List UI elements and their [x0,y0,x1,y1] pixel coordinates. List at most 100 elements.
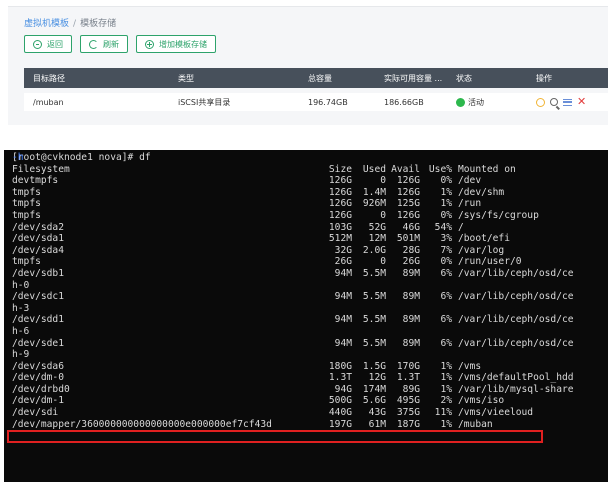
status-badge: 活动 [456,97,484,108]
pause-icon[interactable] [536,97,545,107]
df-cell-use-pct: 1% [440,186,452,198]
breadcrumb-current: 模板存储 [80,19,117,29]
df-cell-size: 126G [328,198,352,210]
df-cell-avail: 187G [396,418,420,430]
df-cell-avail: 375G [396,407,420,419]
df-row: /dev/sda2 103G 52G 46G 54% / [8,222,604,234]
df-row: /dev/sdi 440G 43G 375G 11% /vms/vieeloud [8,407,604,419]
delete-icon[interactable]: ✕ [577,96,586,107]
breadcrumb-parent[interactable]: 虚拟机模板 [24,19,69,29]
df-cell-mounted-on: /run [458,198,482,210]
df-cell-avail: 26G [402,256,420,268]
status-active-icon [456,97,465,107]
df-cell-used: 5.5M [362,291,386,303]
df-cell-filesystem: h-0 [12,279,30,291]
df-cell-avail: 28G [402,244,420,256]
df-row: tmpfs 126G 1.4M 126G 1% /dev/shm [8,187,604,199]
df-cell-filesystem: /dev/sdd1 [12,314,64,326]
df-cell-use-pct: 1% [440,198,452,210]
header-type[interactable]: 类型 [178,73,194,84]
header-available-capacity[interactable]: 实际可用容量 ... [384,73,442,84]
df-cell-mounted-on: /sys/fs/cgroup [458,209,539,221]
df-cell-avail: 126G [396,186,420,198]
status-label: 活动 [468,97,484,107]
df-header-use-pct: Use% [428,163,452,175]
df-output: devtmpfs 126G 0 126G 0% /dev tmpfs 126G 1.4M 126G… [8,175,604,430]
df-cell-used: 5.5M [362,267,386,279]
df-cell-mounted-on: /boot/efi [458,233,510,245]
add-template-storage-button[interactable]: 增加模板存储 [136,35,216,53]
df-cell-used: 5.5M [362,337,386,349]
df-cell-mounted-on: /var/lib/ceph/osd/ce [458,291,574,303]
df-cell-filesystem: /dev/drbd0 [12,383,70,395]
df-row: /dev/mapper/360000000000000000e000000ef7… [8,419,604,431]
df-row: /dev/sde1 94M 5.5M 89M 6% /var/lib/ceph/osd/c… [8,338,604,350]
df-cell-size: 94M [334,314,352,326]
df-cell-size: 500G [328,395,352,407]
search-icon[interactable] [550,98,558,106]
df-header-row: Filesystem Size Used Avail Use% Mounted … [8,164,604,176]
df-cell-size: 126G [328,186,352,198]
header-actions: 操作 [536,73,552,83]
df-header-used: Used [362,163,386,175]
df-cell-used: 926M [362,198,386,210]
df-cell-mounted-on: /var/lib/ceph/osd/ce [458,314,574,326]
df-cell-use-pct: 7% [440,244,452,256]
df-header-mounted-on: Mounted on [458,163,516,175]
df-cell-use-pct: 1% [440,383,452,395]
df-cell-used: 52G [368,221,386,233]
df-cell-mounted-on: /vms/iso [458,395,505,407]
df-row: /dev/dm-0 1.3T 12G 1.3T 1% /vms/defaultPool_h… [8,372,604,384]
df-row: tmpfs 126G 926M 125G 1% /run [8,198,604,210]
df-cell-filesystem: /dev/sda2 [12,221,64,233]
df-cell-avail: 46G [402,221,420,233]
df-row: /dev/sda4 32G 2.0G 28G 7% /var/log [8,245,604,257]
df-cell-used: 5.6G [362,395,386,407]
df-cell-filesystem: devtmpfs [12,175,59,187]
df-cell-mounted-on: / [458,221,464,233]
df-cell-size: 94M [334,291,352,303]
table-header: 目标路径 类型 总容量 实际可用容量 ... 状态 操作 配 [24,68,608,88]
df-cell-filesystem: /dev/sda4 [12,244,64,256]
df-cell-size: 440G [328,407,352,419]
df-cell-size: 1.3T [328,372,352,384]
df-cell-filesystem: tmpfs [12,209,41,221]
terminal-window[interactable]: [root@cvknode1 nova]# df -h Filesystem S… [4,150,608,482]
df-cell-mounted-on: /dev [458,175,482,187]
breadcrumb: 虚拟机模板 / 模板存储 [24,16,116,29]
df-cell-mounted-on: /muban [458,418,493,430]
plus-icon [145,39,154,49]
back-button[interactable]: 返回 [24,35,72,53]
df-cell-filesystem: h-9 [12,349,30,361]
df-cell-avail: 126G [396,175,420,187]
df-cell-avail: 89G [402,383,420,395]
df-cell-use-pct: 1% [440,360,452,372]
df-cell-avail: 1.3T [396,372,420,384]
df-cell-avail: 125G [396,198,420,210]
df-cell-avail: 170G [396,360,420,372]
df-cell-filesystem: h-6 [12,325,30,337]
df-row: h-6 [8,326,604,338]
df-row: /dev/sda1 512M 12M 501M 3% /boot/efi [8,233,604,245]
df-cell-size: 94M [334,337,352,349]
df-cell-size: 512M [328,233,352,245]
df-cell-avail: 89M [402,337,420,349]
df-cell-use-pct: 6% [440,337,452,349]
df-row: /dev/dm-1 500G 5.6G 495G 2% /vms/iso [8,395,604,407]
df-cell-filesystem: tmpfs [12,186,41,198]
header-target-path[interactable]: 目标路径 [33,73,65,84]
df-cell-avail: 89M [402,314,420,326]
header-status[interactable]: 状态 [456,73,472,84]
df-cell-filesystem: /dev/sda1 [12,233,64,245]
refresh-button[interactable]: 刷新 [80,35,128,53]
row-actions: ✕ [536,96,586,107]
highlight-box [7,430,543,443]
header-total-capacity[interactable]: 总容量 [308,73,332,84]
terminal-prompt-line: [root@cvknode1 nova]# df -h [8,152,604,164]
list-icon[interactable] [563,98,572,106]
df-cell-use-pct: 1% [440,372,452,384]
df-cell-use-pct: 54% [434,221,452,233]
df-cell-used: 12M [368,233,386,245]
table-row[interactable]: /muban iSCSI共享目录 196.74GB 186.66GB 活动 ✕ [24,93,608,111]
df-cell-size: 26G [334,256,352,268]
